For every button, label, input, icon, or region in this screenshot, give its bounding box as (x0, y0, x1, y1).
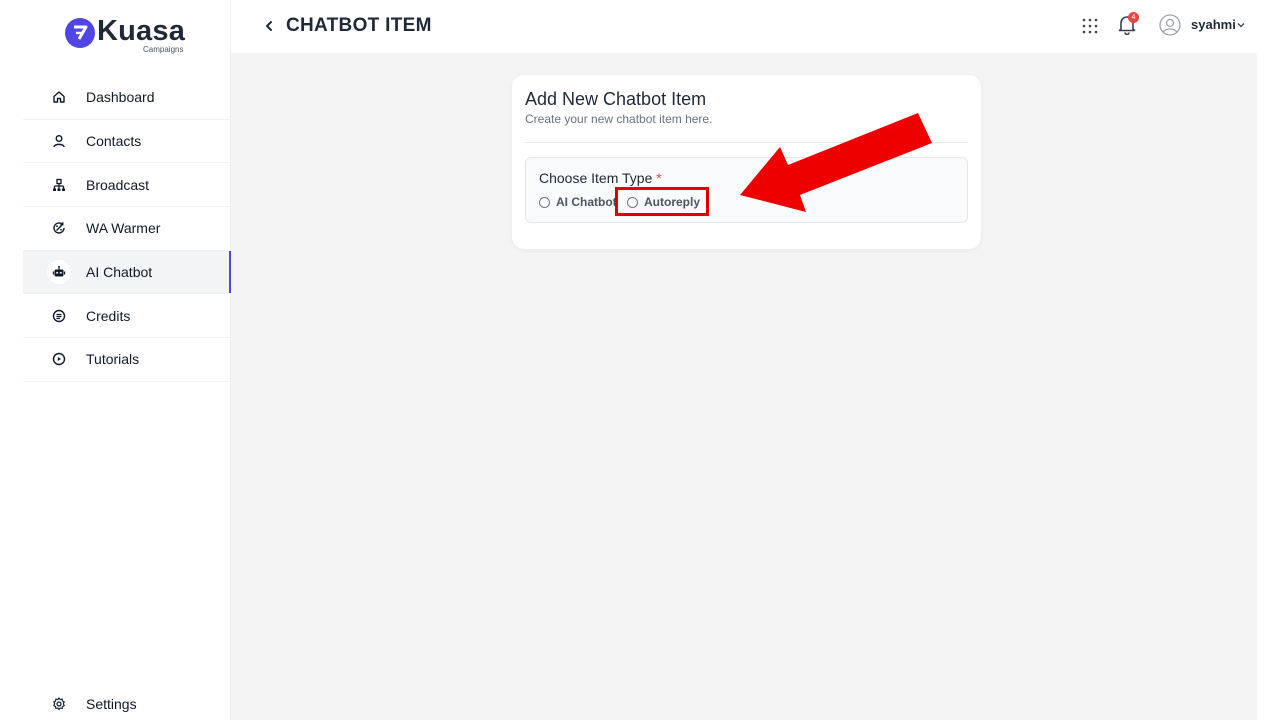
notification-badge: 4 (1128, 12, 1139, 23)
user-icon (51, 133, 67, 149)
sidebar-item-contacts[interactable]: Contacts (23, 120, 231, 164)
robot-icon (47, 260, 71, 285)
radio-circle-icon[interactable] (539, 196, 550, 208)
item-type-label: Choose Item Type * (539, 170, 662, 186)
sidebar-item-label: Credits (86, 307, 131, 324)
sidebar-item-label: Tutorials (86, 351, 140, 368)
credits-icon (51, 308, 67, 324)
chevron-left-icon (266, 21, 272, 31)
back-button[interactable] (262, 16, 276, 36)
card-subtitle: Create your new chatbot item here. (525, 112, 713, 126)
sidebar-item-ai-chatbot[interactable]: AI Chatbot (23, 250, 231, 295)
sidebar: Kuasa Campaigns Dashboard Contacts Broad… (0, 0, 231, 720)
radio-autoreply[interactable]: Autoreply (627, 193, 700, 211)
notifications-button[interactable]: 4 (1116, 12, 1140, 37)
logo-mark-icon (65, 18, 95, 48)
sidebar-item-label: AI Chatbot (86, 264, 153, 281)
home-icon (51, 89, 67, 105)
add-chatbot-item-card: Add New Chatbot Item Create your new cha… (512, 75, 981, 249)
required-marker: * (656, 170, 662, 186)
avatar-icon (1159, 14, 1181, 36)
broadcast-icon (51, 177, 67, 193)
warmer-icon (51, 220, 67, 236)
page-title: CHATBOT ITEM (286, 15, 432, 36)
app-root: Kuasa Campaigns Dashboard Contacts Broad… (0, 0, 1280, 720)
divider (525, 142, 968, 143)
item-type-field: Choose Item Type * AI Chatbot Autoreply (525, 157, 968, 223)
grid-icon (1082, 18, 1098, 34)
username: syahmi (1191, 17, 1236, 32)
right-edge-strip (1257, 0, 1280, 720)
chevron-down-icon (1237, 23, 1245, 28)
sidebar-item-credits[interactable]: Credits (23, 294, 231, 339)
radio-label: Autoreply (644, 195, 701, 209)
item-type-label-text: Choose Item Type (539, 170, 653, 186)
sidebar-item-wa-warmer[interactable]: WA Warmer (23, 207, 231, 251)
sidebar-item-tutorials[interactable]: Tutorials (23, 338, 231, 382)
sidebar-item-broadcast[interactable]: Broadcast (23, 163, 231, 208)
sidebar-nav: Dashboard Contacts Broadcast WA Warmer A… (23, 76, 231, 382)
settings-label: Settings (86, 696, 137, 712)
sidebar-item-dashboard[interactable]: Dashboard (23, 76, 231, 120)
sidebar-item-label: Broadcast (86, 176, 150, 193)
radio-ai-chatbot[interactable]: AI Chatbot (539, 193, 617, 211)
sidebar-item-settings[interactable]: Settings (23, 690, 231, 718)
user-menu[interactable]: syahmi (1159, 13, 1251, 39)
sidebar-item-label: Dashboard (86, 89, 155, 106)
play-icon (51, 351, 67, 367)
radio-circle-icon[interactable] (627, 196, 638, 208)
sidebar-item-label: Contacts (86, 133, 142, 150)
radio-label: AI Chatbot (556, 195, 617, 209)
brand-name: Kuasa (97, 15, 186, 47)
apps-grid-button[interactable] (1081, 17, 1099, 35)
card-title: Add New Chatbot Item (525, 89, 707, 109)
main-content: Add New Chatbot Item Create your new cha… (231, 53, 1257, 720)
brand-subtitle: Campaigns (143, 45, 184, 54)
gear-icon (51, 696, 67, 712)
brand-logo[interactable]: Kuasa Campaigns (64, 15, 194, 60)
top-bar: CHATBOT ITEM 4 syahmi (231, 0, 1257, 53)
sidebar-item-label: WA Warmer (86, 220, 161, 237)
